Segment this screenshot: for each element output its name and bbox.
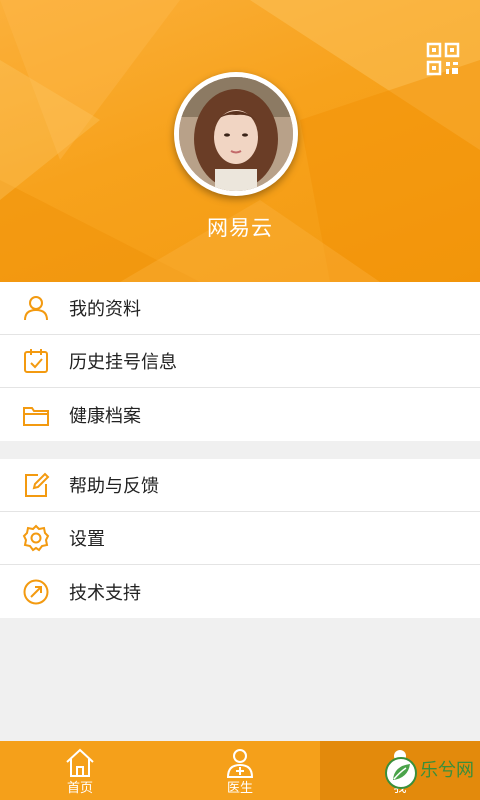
doctor-icon — [226, 749, 254, 778]
menu-item-label: 健康档案 — [69, 405, 141, 427]
menu-item-my-profile[interactable]: 我的资料 — [0, 282, 480, 335]
user-icon — [24, 296, 48, 321]
menu-group-account: 我的资料 历史挂号信息 健康档案 — [0, 282, 480, 441]
me-icon — [388, 750, 412, 777]
tab-label: 我 — [393, 781, 407, 796]
username: 网易云 — [207, 216, 273, 240]
avatar[interactable] — [174, 72, 298, 196]
menu-item-label: 技术支持 — [69, 582, 141, 604]
tab-label: 首页 — [66, 781, 93, 796]
menu-item-label: 帮助与反馈 — [69, 476, 159, 497]
menu-item-help-feedback[interactable]: 帮助与反馈 — [0, 459, 480, 512]
gear-icon — [22, 524, 50, 552]
folder-icon — [23, 406, 49, 426]
tab-label: 医生 — [226, 781, 253, 796]
tab-doctor[interactable]: 医生 — [160, 741, 320, 800]
qr-code-icon — [426, 42, 460, 76]
menu-item-label: 我的资料 — [69, 299, 141, 320]
home-icon — [66, 748, 94, 777]
tab-me[interactable]: 我 — [320, 741, 480, 800]
menu-group-support: 帮助与反馈 设置 技术支持 — [0, 459, 480, 618]
avatar-photo — [179, 77, 293, 191]
qr-code-button[interactable] — [426, 42, 460, 76]
menu-item-registration-history[interactable]: 历史挂号信息 — [0, 335, 480, 388]
edit-icon — [25, 472, 50, 497]
calendar-check-icon — [24, 349, 48, 373]
profile-header: 网易云 — [0, 0, 480, 282]
menu-item-health-records[interactable]: 健康档案 — [0, 388, 480, 441]
menu-item-label: 设置 — [69, 529, 105, 550]
menu-item-tech-support[interactable]: 技术支持 — [0, 565, 480, 618]
menu-item-label: 历史挂号信息 — [69, 352, 177, 373]
menu-item-settings[interactable]: 设置 — [0, 512, 480, 565]
tab-home[interactable]: 首页 — [0, 741, 160, 800]
bottom-tab-bar: 首页 医生 我 — [0, 741, 480, 800]
compass-icon — [23, 579, 49, 604]
